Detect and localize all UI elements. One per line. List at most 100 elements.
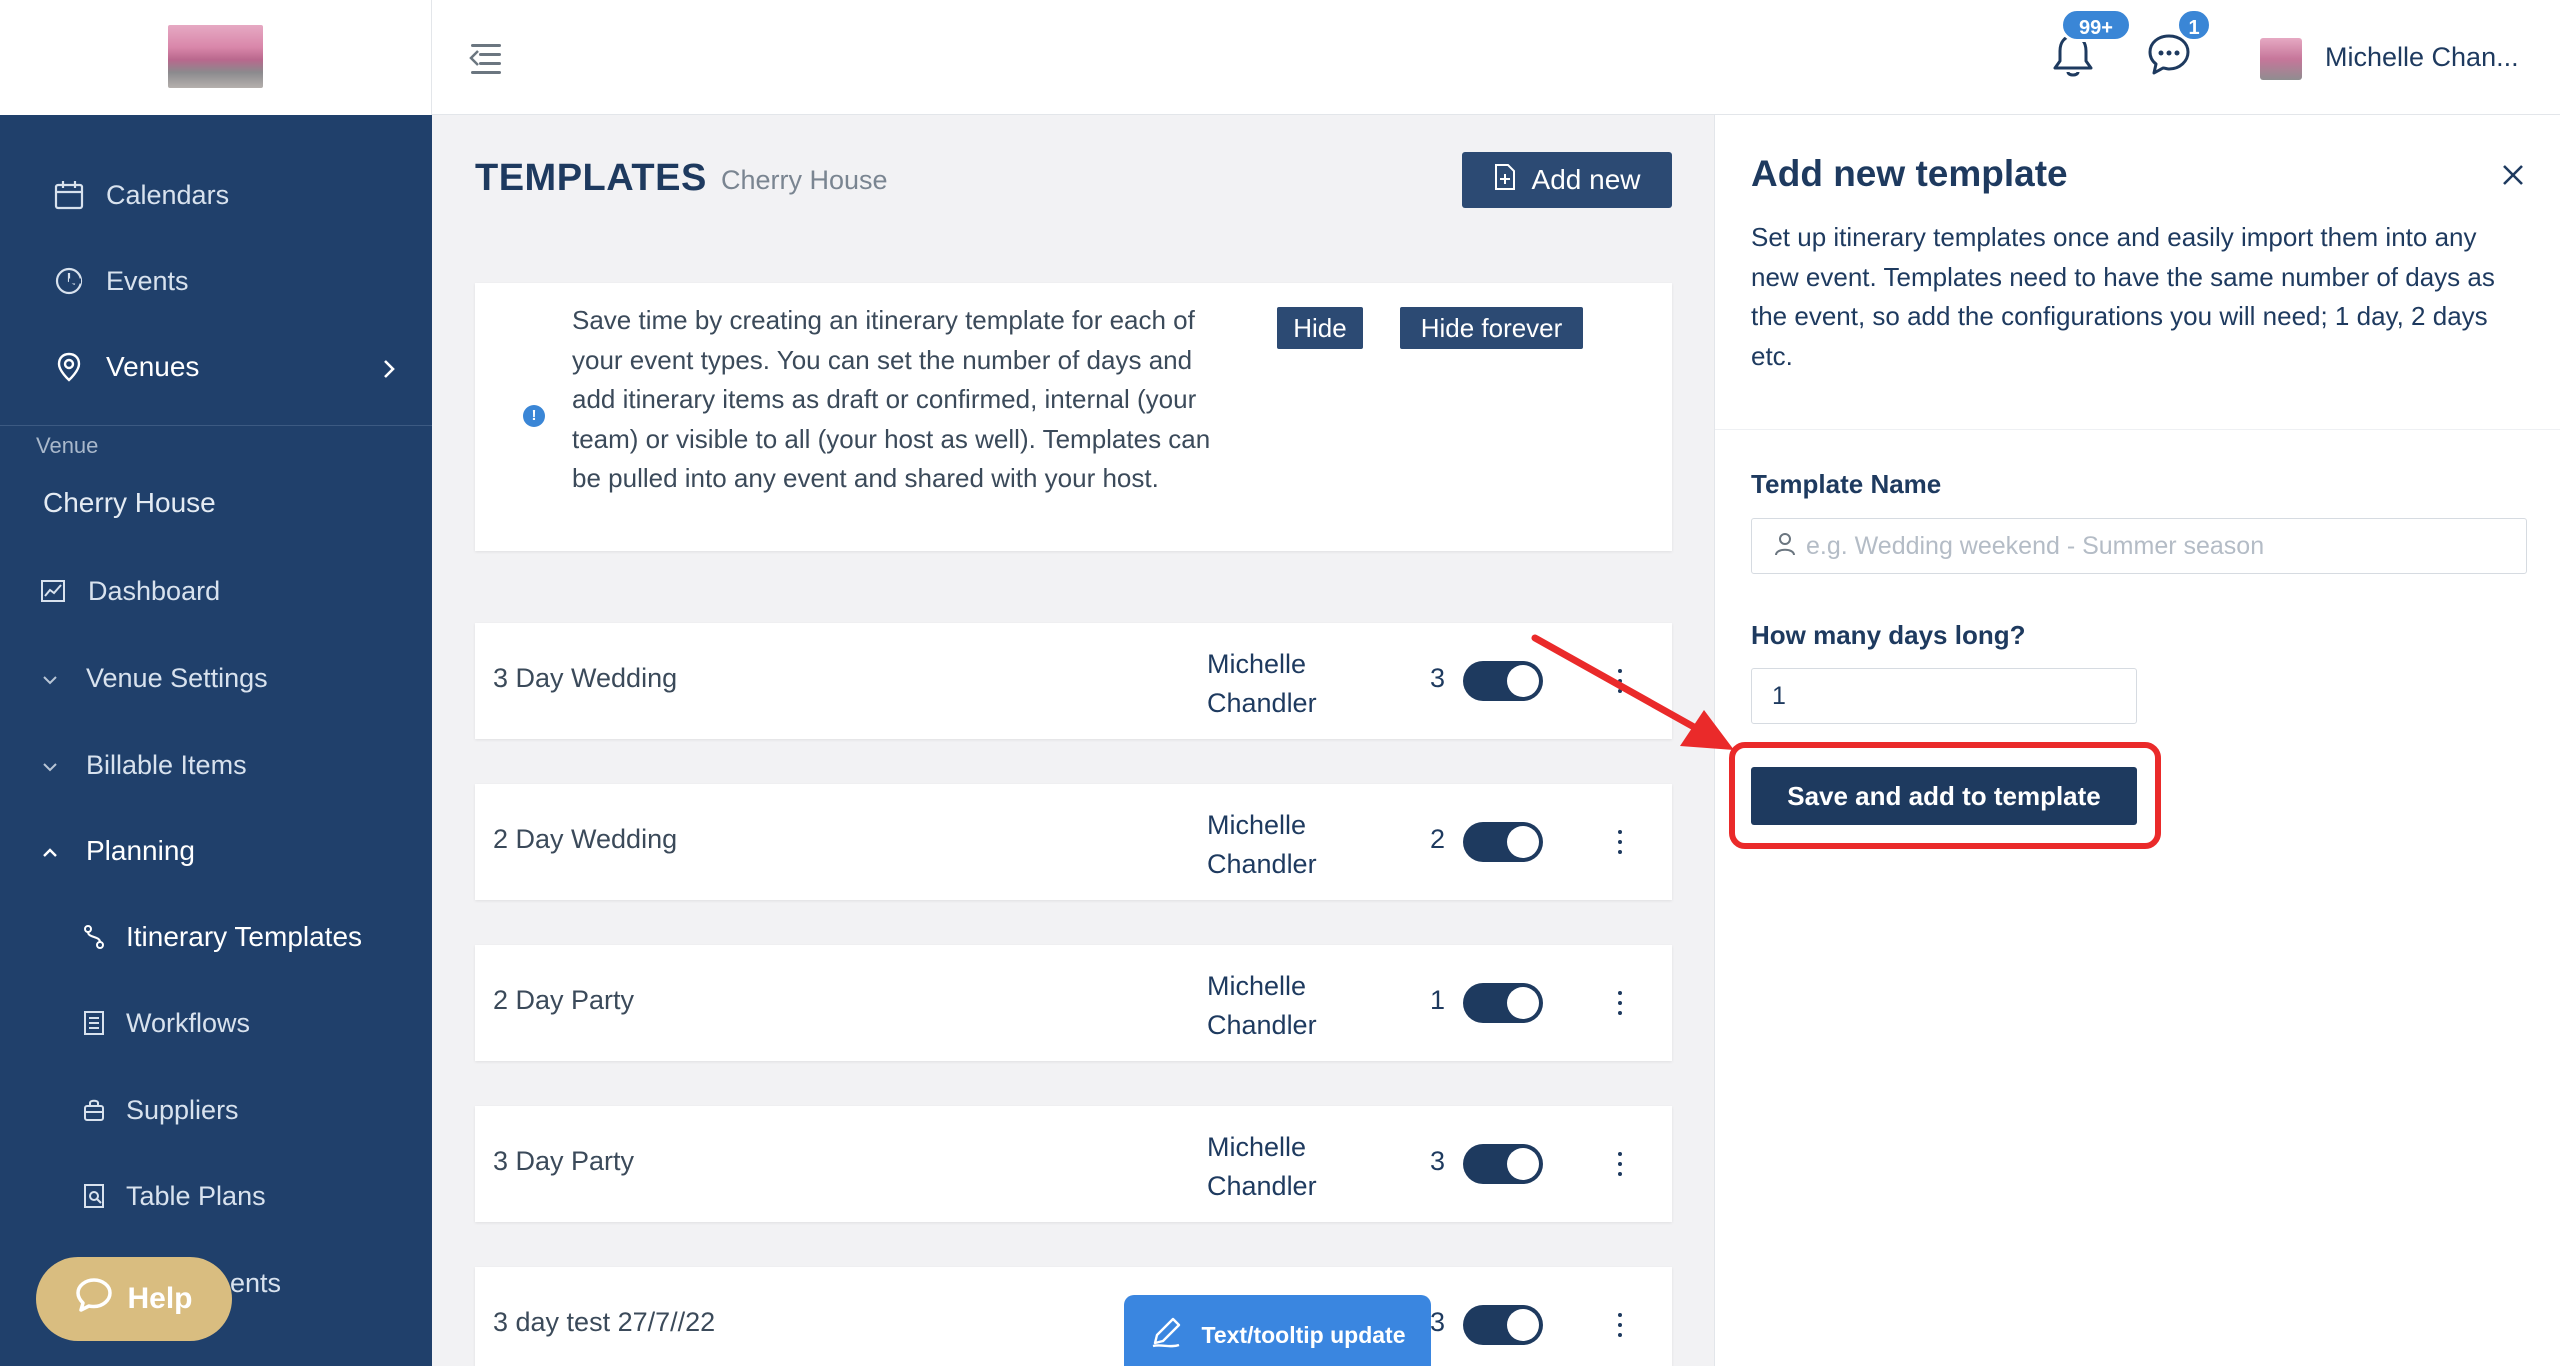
sidebar-item-label: Venues — [106, 351, 200, 382]
chevron-down-icon — [40, 665, 60, 691]
template-owner: Michelle Chandler — [1207, 810, 1317, 879]
template-name-input[interactable] — [1806, 531, 2506, 561]
top-bar: 99+ 1 Michelle Chan... — [0, 0, 2560, 115]
sidebar-section-label: Venue — [36, 433, 99, 458]
template-row[interactable]: 2 Day Wedding Michelle Chandler 2 — [475, 784, 1672, 900]
toggle-knob — [1507, 665, 1539, 697]
template-enabled-toggle[interactable] — [1463, 983, 1543, 1023]
sidebar-item-label: Events — [106, 265, 189, 296]
sidebar-item-calendars[interactable]: Calendars — [0, 165, 432, 225]
template-name-label: Template Name — [1751, 469, 1942, 499]
file-add-icon — [1494, 163, 1516, 198]
add-new-label: Add new — [1531, 164, 1641, 195]
panel-description: Set up itinerary templates once and easi… — [1751, 222, 2495, 371]
toggle-knob — [1507, 987, 1539, 1019]
venue-logo[interactable] — [168, 25, 263, 88]
chevron-up-icon — [40, 838, 60, 864]
template-enabled-toggle[interactable] — [1463, 822, 1543, 862]
route-icon — [82, 920, 106, 954]
sidebar-item-label: Workflows — [126, 1007, 251, 1038]
sidebar-item-workflows[interactable]: Workflows — [0, 993, 432, 1053]
sidebar-item-label: Suppliers — [126, 1094, 239, 1125]
bag-icon — [82, 1093, 106, 1127]
sidebar-item-label: Dashboard — [88, 575, 221, 606]
sidebar-item-label: Itinerary Templates — [126, 921, 363, 952]
template-name[interactable]: 3 day test 27/7//22 — [493, 1307, 715, 1338]
hide-button[interactable]: Hide — [1277, 307, 1363, 349]
chevron-down-icon — [40, 752, 60, 778]
template-name[interactable]: 3 Day Party — [493, 1146, 634, 1177]
template-owner: Michelle Chandler — [1207, 1132, 1317, 1201]
sidebar-item-billable-items[interactable]: Billable Items — [0, 735, 432, 795]
location-pin-icon — [52, 350, 86, 384]
template-row[interactable]: 3 day test 27/7//22 3 — [475, 1267, 1672, 1366]
sidebar-item-suppliers[interactable]: Suppliers — [0, 1080, 432, 1140]
more-options-icon[interactable] — [1610, 820, 1630, 864]
sidebar-item-label: ents — [230, 1267, 282, 1298]
sidebar-item-label: Planning — [86, 835, 195, 866]
more-options-icon[interactable] — [1610, 1142, 1630, 1186]
template-name[interactable]: 2 Day Wedding — [493, 824, 677, 855]
collapse-menu-icon[interactable] — [465, 38, 505, 78]
toggle-knob — [1507, 1309, 1539, 1341]
more-options-icon[interactable] — [1610, 1303, 1630, 1347]
user-name[interactable]: Michelle Chan... — [2325, 42, 2519, 73]
page-subtitle: Cherry House — [721, 165, 888, 195]
help-button[interactable]: Help — [36, 1257, 232, 1341]
sidebar-item-events[interactable]: Events — [0, 251, 432, 311]
sidebar-venue-name: Cherry House — [43, 487, 216, 518]
chat-bubble-icon — [75, 1277, 113, 1321]
sidebar-item-venues[interactable]: Venues — [0, 337, 432, 397]
template-enabled-toggle[interactable] — [1463, 661, 1543, 701]
template-name[interactable]: 3 Day Wedding — [493, 663, 677, 694]
main-content: TEMPLATES Cherry House Add new ! Save ti… — [432, 115, 1714, 1366]
calendar-icon — [52, 178, 86, 212]
template-owner: Michelle Chandler — [1207, 971, 1317, 1040]
document-icon — [82, 1006, 106, 1040]
events-icon — [52, 264, 86, 298]
panel-divider — [1715, 429, 2560, 430]
table-plan-icon — [82, 1179, 106, 1213]
hide-forever-button[interactable]: Hide forever — [1400, 307, 1583, 349]
template-name[interactable]: 2 Day Party — [493, 985, 634, 1016]
tooltip-update-label: Text/tooltip update — [1201, 1321, 1406, 1348]
template-days: 2 — [1430, 824, 1446, 854]
close-icon[interactable] — [2497, 159, 2529, 191]
toggle-knob — [1507, 1148, 1539, 1180]
page-title: TEMPLATES — [475, 157, 707, 199]
more-options-icon[interactable] — [1610, 981, 1630, 1025]
sidebar-item-venue-settings[interactable]: Venue Settings — [0, 648, 432, 708]
messages-badge: 1 — [2176, 8, 2212, 42]
template-name-field[interactable] — [1751, 518, 2527, 574]
info-text: Save time by creating an itinerary templ… — [572, 305, 1211, 493]
tooltip-update-button[interactable]: Text/tooltip update — [1124, 1295, 1431, 1366]
template-row[interactable]: 3 Day Wedding Michelle Chandler 3 — [475, 623, 1672, 739]
days-input[interactable] — [1751, 668, 2137, 724]
sidebar-item-label: Venue Settings — [86, 662, 268, 693]
notifications-badge: 99+ — [2060, 8, 2132, 42]
more-options-icon[interactable] — [1610, 659, 1630, 703]
template-owner: Michelle Chandler — [1207, 649, 1317, 718]
template-days: 1 — [1430, 985, 1446, 1015]
chart-icon — [40, 574, 66, 608]
pencil-icon — [1149, 1315, 1183, 1355]
add-new-button[interactable]: Add new — [1462, 152, 1672, 208]
sidebar-item-table-plans[interactable]: Table Plans — [0, 1166, 432, 1226]
logo-area — [0, 0, 432, 115]
chevron-right-icon — [382, 355, 396, 387]
save-and-add-button[interactable]: Save and add to template — [1751, 767, 2137, 825]
sidebar-item-planning[interactable]: Planning — [0, 821, 432, 881]
help-button-label: Help — [127, 1282, 193, 1315]
add-template-panel: Add new template Set up itinerary templa… — [1714, 115, 2560, 1366]
user-avatar[interactable] — [2260, 38, 2302, 80]
user-icon — [1774, 532, 1796, 561]
template-row[interactable]: 3 Day Party Michelle Chandler 3 — [475, 1106, 1672, 1222]
template-enabled-toggle[interactable] — [1463, 1144, 1543, 1184]
template-days: 3 — [1430, 1307, 1446, 1337]
template-row[interactable]: 2 Day Party Michelle Chandler 1 — [475, 945, 1672, 1061]
template-enabled-toggle[interactable] — [1463, 1305, 1543, 1345]
sidebar-item-itinerary-templates[interactable]: Itinerary Templates — [0, 907, 432, 967]
template-days: 3 — [1430, 1146, 1446, 1176]
panel-title: Add new template — [1751, 153, 2068, 194]
sidebar-item-dashboard[interactable]: Dashboard — [0, 561, 432, 621]
